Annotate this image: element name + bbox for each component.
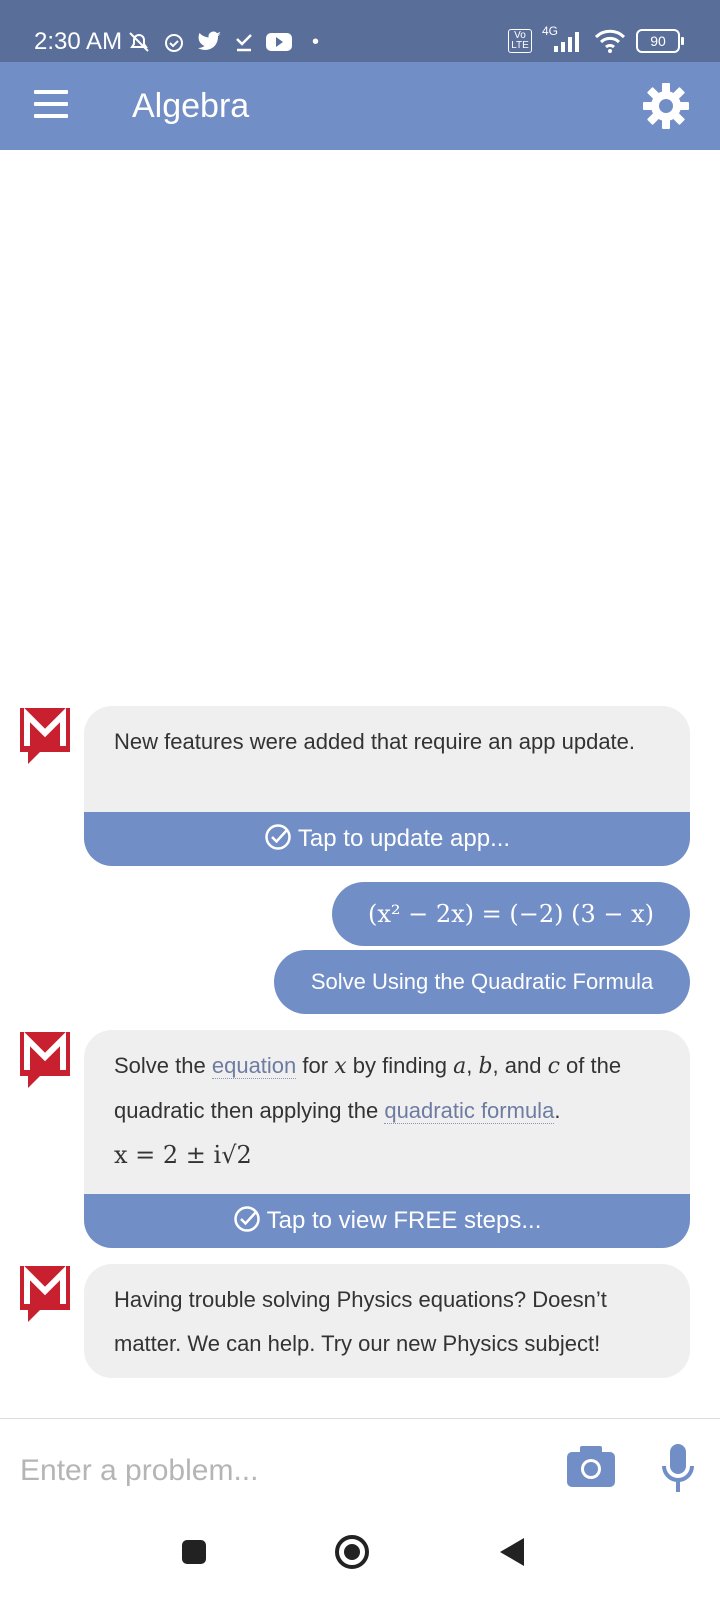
recents-nav-icon[interactable] <box>180 1538 208 1566</box>
update-app-button[interactable]: Tap to update app... <box>84 812 690 866</box>
solution-text-part: by finding <box>352 1053 447 1078</box>
check-circle-icon <box>265 824 291 850</box>
input-divider <box>0 1418 720 1419</box>
wifi-icon <box>594 29 626 53</box>
mathway-logo-icon <box>20 1031 70 1088</box>
alarm-icon <box>165 34 183 52</box>
promo-text: Having trouble solving Physics equations… <box>114 1287 607 1356</box>
solution-text-part: Solve the <box>114 1053 206 1078</box>
solution-text-part: , and <box>492 1053 542 1078</box>
user-equation-text: (x² − 2x) = (−2) (3 − x) <box>367 900 655 928</box>
solution-text-part: for <box>302 1053 329 1078</box>
quadratic-formula-link[interactable]: quadratic formula <box>384 1098 555 1124</box>
view-steps-button[interactable]: Tap to view FREE steps... <box>84 1194 690 1248</box>
download-done-icon <box>236 34 252 52</box>
status-bar: 2:30 AM • Vo LTE 4G 90 <box>0 0 720 62</box>
youtube-icon <box>266 33 292 51</box>
twitter-icon <box>198 31 221 50</box>
solution-message-bubble: Solve the equation for x by finding a, b… <box>84 1030 690 1248</box>
update-app-label: Tap to update app... <box>297 825 511 852</box>
solution-text: Solve the equation for x by finding a, b… <box>84 1030 690 1191</box>
solve-method-bubble[interactable]: Solve Using the Quadratic Formula <box>274 950 690 1014</box>
solution-answer: x = 2 ± i√2 <box>114 1141 252 1169</box>
variable-a: a <box>453 1054 467 1079</box>
page-title: Algebra <box>132 87 250 125</box>
microphone-icon[interactable] <box>660 1442 696 1494</box>
mathway-logo-icon <box>20 1265 70 1322</box>
app-bar: Algebra <box>0 62 720 150</box>
solve-method-text: Solve Using the Quadratic Formula <box>310 969 654 994</box>
check-circle-icon <box>233 1206 260 1232</box>
gear-icon[interactable] <box>642 82 690 130</box>
view-steps-label: Tap to view FREE steps... <box>266 1207 542 1234</box>
solution-text-part: . <box>554 1098 561 1123</box>
volte-icon: Vo LTE <box>508 29 532 53</box>
home-nav-icon[interactable] <box>334 1534 370 1570</box>
back-nav-icon[interactable] <box>498 1536 526 1568</box>
dnd-off-icon <box>129 32 149 52</box>
update-message-text: New features were added that require an … <box>114 729 636 754</box>
more-dot-icon: • <box>312 30 320 53</box>
user-equation-bubble[interactable]: (x² − 2x) = (−2) (3 − x) <box>332 882 690 946</box>
signal-icon: 4G <box>542 24 584 56</box>
camera-icon[interactable] <box>566 1444 616 1488</box>
promo-message-bubble[interactable]: Having trouble solving Physics equations… <box>84 1264 690 1378</box>
system-icons: Vo LTE 4G 90 <box>508 24 684 58</box>
update-message-bubble: New features were added that require an … <box>84 706 690 866</box>
variable-x: x <box>334 1054 347 1079</box>
equation-link[interactable]: equation <box>211 1053 297 1079</box>
notification-icons: • <box>128 27 319 57</box>
problem-input[interactable] <box>18 1440 542 1502</box>
status-time: 2:30 AM <box>34 28 123 55</box>
variable-c: c <box>547 1054 560 1079</box>
variable-b: b <box>478 1054 493 1079</box>
battery-icon: 90 <box>636 29 684 53</box>
hamburger-menu-icon[interactable] <box>34 90 68 122</box>
mathway-logo-icon <box>20 707 70 764</box>
